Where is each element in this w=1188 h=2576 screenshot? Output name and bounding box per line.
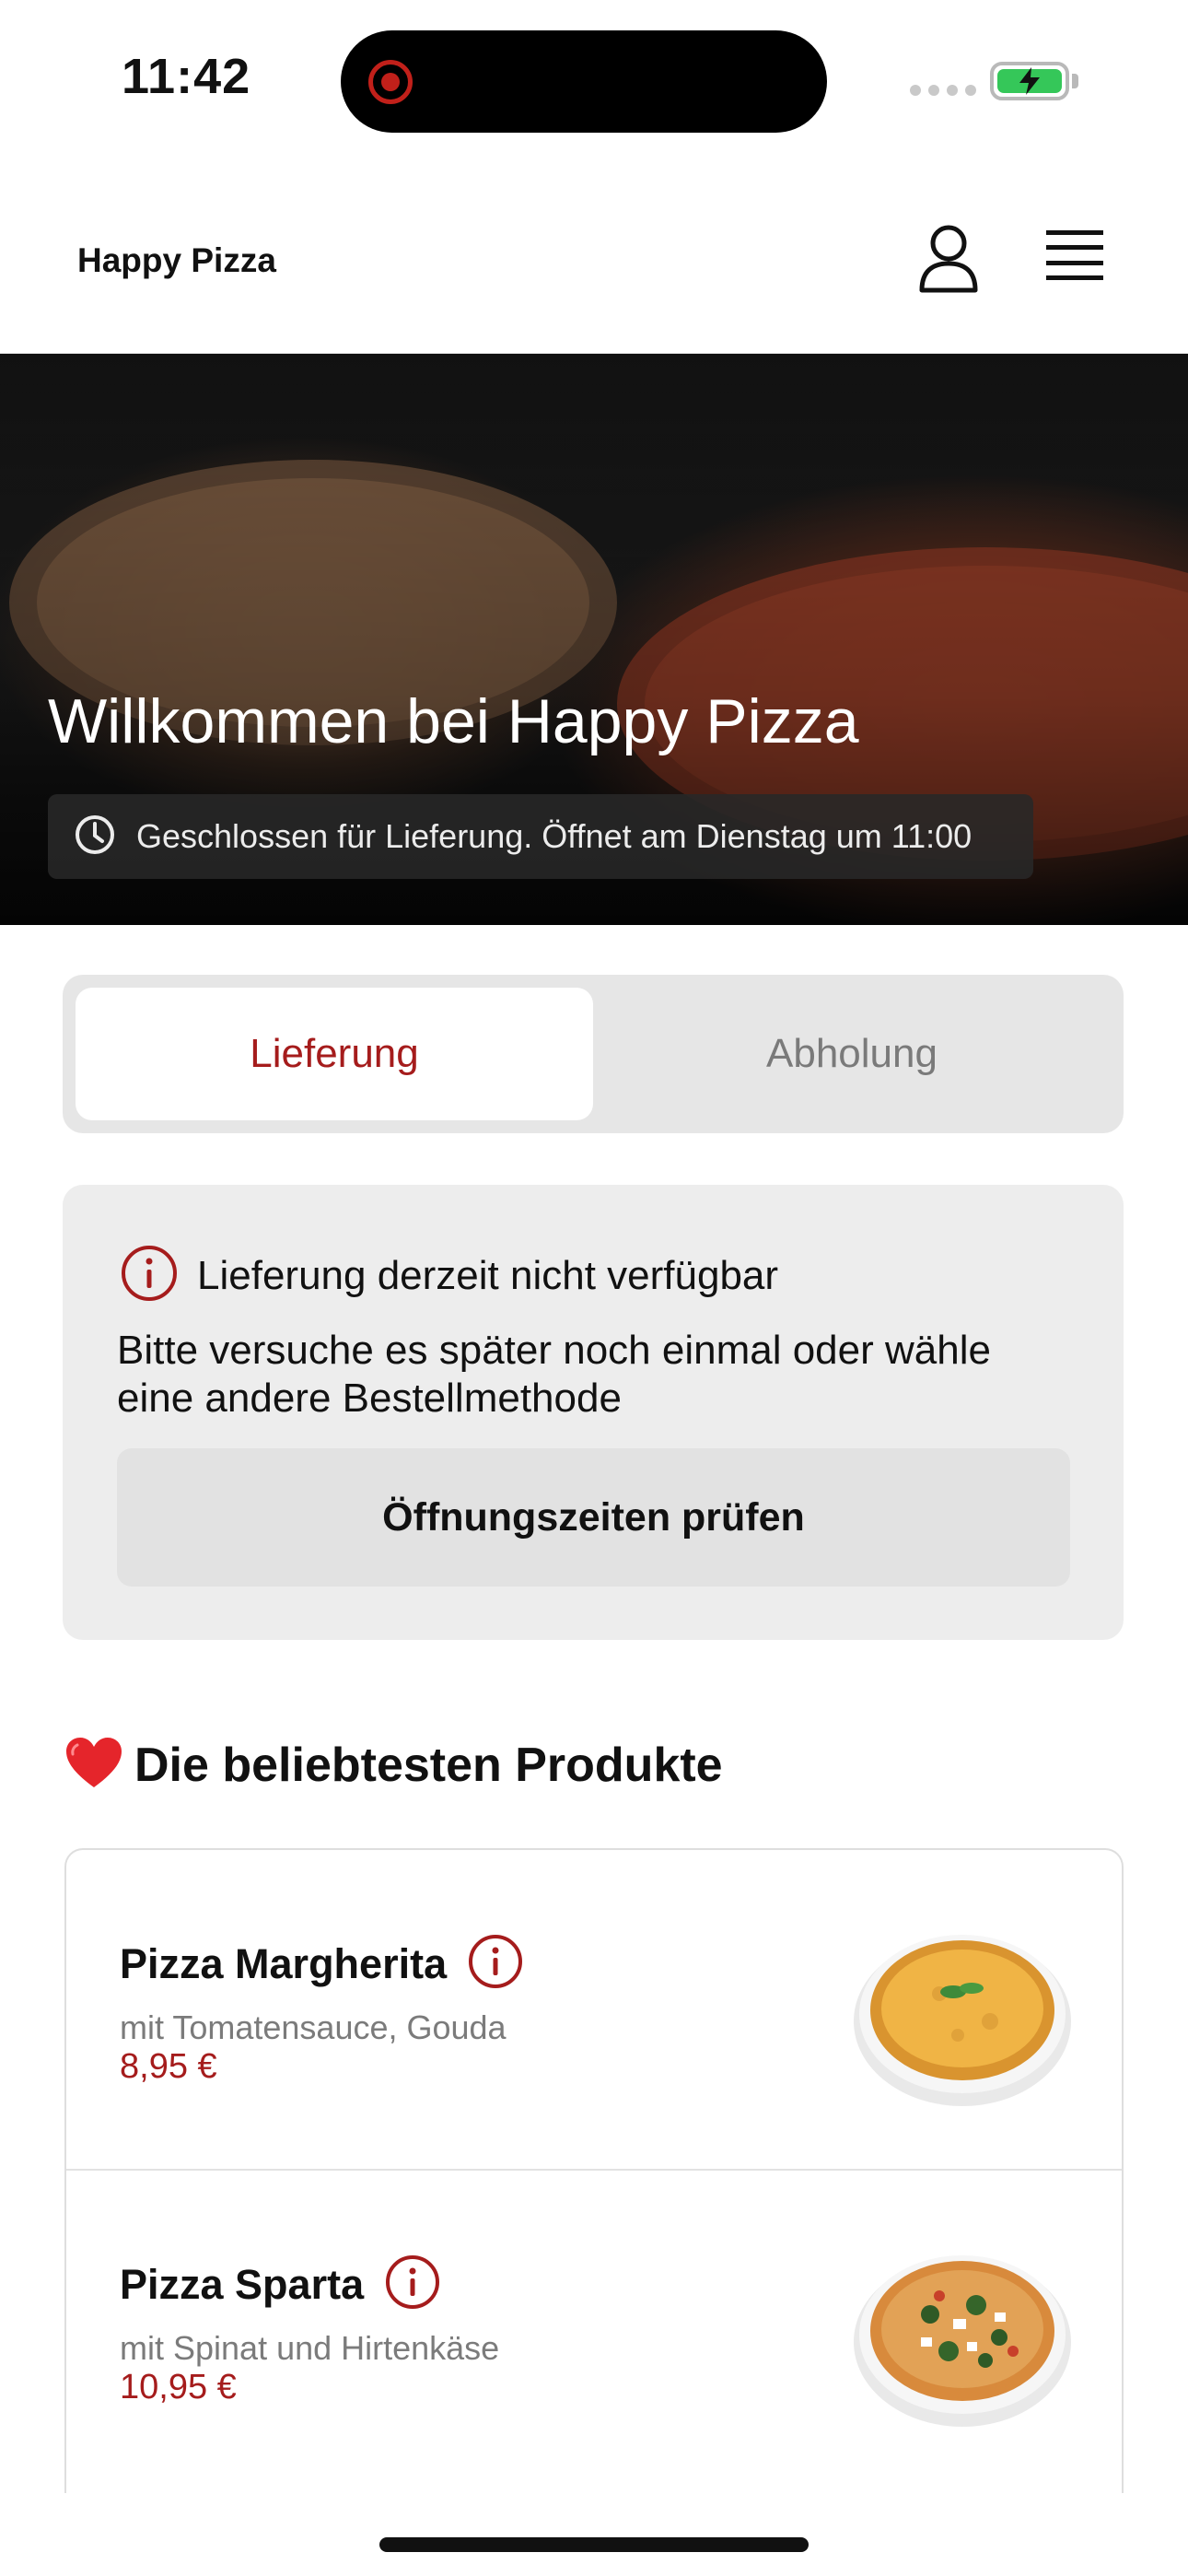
menu-icon[interactable] [1042,227,1107,284]
product-name-row: Pizza Sparta [120,2254,441,2315]
popular-products-heading: Die beliebtesten Produkte [64,1736,723,1794]
popular-products-list: Pizza Margherita mit Tomatensauce, Gouda… [64,1848,1124,2493]
opening-status-banner: Geschlossen für Lieferung. Öffnet am Die… [48,794,1033,879]
product-description: mit Spinat und Hirtenkäse [120,2329,500,2367]
recording-icon [368,60,413,104]
battery-charging-icon [990,62,1069,100]
product-card[interactable]: Pizza Margherita mit Tomatensauce, Gouda… [66,1850,1122,2169]
section-title: Die beliebtesten Produkte [134,1738,723,1792]
opening-status-text: Geschlossen für Lieferung. Öffnet am Die… [136,817,973,855]
check-opening-hours-button[interactable]: Öffnungszeiten prüfen [117,1448,1070,1587]
product-price: 10,95 € [120,2368,237,2406]
battery-cap [1072,74,1078,88]
product-name-row: Pizza Margherita [120,1933,524,1995]
pizza-sparta-image[interactable] [838,2204,1087,2453]
hero-title: Willkommen bei Happy Pizza [48,686,859,756]
notice-title: Lieferung derzeit nicht verfügbar [197,1252,779,1298]
tab-delivery[interactable]: Lieferung [76,988,593,1120]
hero-banner: Willkommen bei Happy Pizza Geschlossen f… [0,354,1188,925]
product-name: Pizza Sparta [120,2260,365,2308]
notice-text: Bitte versuche es später noch einmal ode… [117,1328,991,1421]
signal-icon [910,85,976,96]
heart-icon [64,1736,123,1794]
info-icon [120,1244,179,1307]
order-mode-toggle: Lieferung Abholung [63,975,1124,1133]
brand-title[interactable]: Happy Pizza [77,241,276,280]
home-indicator[interactable] [379,2537,809,2552]
tab-pickup[interactable]: Abholung [593,988,1111,1120]
product-price: 8,95 € [120,2047,217,2086]
dynamic-island [341,30,827,133]
app-header: Happy Pizza [0,157,1188,354]
delivery-unavailable-card: Lieferung derzeit nicht verfügbar Bitte … [63,1185,1124,1640]
product-name: Pizza Margherita [120,1939,448,1987]
status-time: 11:42 [122,49,251,104]
clock-icon [74,814,116,861]
user-icon[interactable] [916,223,981,293]
pizza-margherita-image[interactable] [838,1883,1087,2132]
notice-title-row: Lieferung derzeit nicht verfügbar [120,1244,778,1307]
product-card[interactable]: Pizza Sparta mit Spinat und Hirtenkäse 1… [66,2169,1122,2488]
info-icon[interactable] [467,1933,524,1995]
product-description: mit Tomatensauce, Gouda [120,2008,507,2046]
info-icon[interactable] [384,2254,441,2315]
status-bar: 11:42 [0,0,1188,157]
